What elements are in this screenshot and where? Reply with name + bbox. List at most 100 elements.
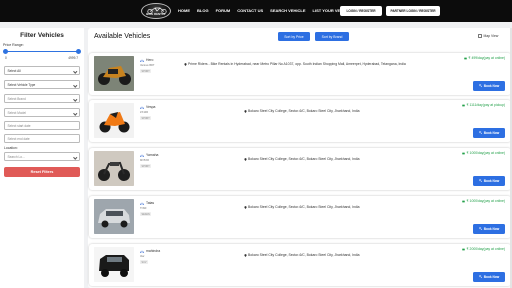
motorcycle-icon [140,106,144,109]
book-now-button[interactable]: Book Now [473,176,505,186]
motorcycle-icon [140,59,144,62]
book-now-label: Book Now [483,131,500,135]
vehicle-location-text: Prime Riders - Bike Rentals in Hyderabad… [188,62,406,66]
key-icon [478,179,483,183]
vehicle-list-panel: Available Vehicles Sort by Price Sort by… [88,28,512,288]
book-now-button[interactable]: Book Now [473,81,505,91]
motorcycle-icon [140,154,144,157]
brand-select-value: Select Brand [7,96,26,101]
vehicle-type-select[interactable]: Select Vehicle Type [4,80,80,89]
book-now-button[interactable]: Book Now [473,128,505,138]
sort-by-brand-button[interactable]: Sort by Brand [315,32,349,41]
vehicle-location: Prime Riders - Bike Rentals in Hyderabad… [184,62,406,66]
vehicle-image[interactable] [94,199,134,234]
wallet-icon [462,104,466,106]
price-min-value: 0 [5,56,7,60]
vehicle-image[interactable] [94,247,134,282]
start-date-input[interactable]: Select start date [4,121,80,130]
nav-forum[interactable]: FORUM [216,8,231,13]
map-pin-icon [244,253,247,257]
motorcycle-icon [140,250,144,253]
vehicle-location: Bokaro Steel City College, Sector-6/C, B… [244,253,360,257]
vehicle-type-value: Select Vehicle Type [7,82,36,87]
vehicle-name: Hero [146,58,154,62]
vehicle-location-text: Bokaro Steel City College, Sector-6/C, B… [248,205,360,209]
login-register-button[interactable]: LOGIN / REGISTER [340,6,382,16]
map-pin-icon [184,62,187,66]
filter-sidebar: Filter Vehicles Price Range: 0 4999.7 Se… [0,28,84,288]
page-title: Available Vehicles [94,33,151,40]
map-view-checkbox[interactable] [478,34,482,38]
location-search-value: Search Lo... [7,154,25,159]
key-icon [478,227,483,231]
vehicle-price: ₹ 1111/day(pay at pickup) [462,103,505,107]
nav-search-vehicle[interactable]: SEARCH VEHICLE [270,8,305,13]
vehicle-name: Vespa [146,105,156,109]
vehicle-model: ZX10R [140,111,149,114]
top-navbar: BIKE RENTAL HOME BLOG FORUM CONTACT US S… [0,0,512,22]
vehicle-image[interactable] [94,103,134,138]
model-select-value: Select Model [7,110,26,115]
vehicle-name: mahindra [146,249,161,253]
vehicle-image[interactable] [94,56,134,91]
vehicle-category-badge: SPORT [140,164,152,168]
wallet-icon [462,152,466,154]
partner-login-button[interactable]: PARTNER LOGIN / REGISTER [386,6,440,16]
city-select[interactable]: Select All [4,66,80,75]
vehicle-price-text: ₹ 2000/day(pay at online) [466,247,505,251]
map-pin-icon [244,157,247,161]
sort-by-price-button[interactable]: Sort by Price [278,32,310,41]
reset-filters-button[interactable]: Reset Filters [4,167,80,177]
key-icon [478,131,483,135]
vehicle-price-text: ₹ 1111/day(pay at pickup) [466,103,505,107]
logo-text: BIKE RENTAL [146,13,166,16]
book-now-button[interactable]: Book Now [473,272,505,282]
vehicle-image[interactable] [94,151,134,186]
chevron-down-icon [72,68,77,73]
chevron-down-icon [72,82,77,87]
map-view-toggle[interactable]: Map View [478,34,498,38]
book-now-label: Book Now [483,275,500,279]
chevron-down-icon [72,154,77,159]
key-icon [478,275,483,279]
price-range-label: Price Range: [3,43,24,47]
nav-blog[interactable]: BLOG [197,8,209,13]
filter-title: Filter Vehicles [20,32,64,39]
book-now-button[interactable]: Book Now [473,224,505,234]
vehicle-category-badge: SPORT [140,116,152,120]
nav-contact-us[interactable]: CONTACT US [237,8,263,13]
end-date-input[interactable]: Select end date [4,134,80,143]
book-now-label: Book Now [483,179,500,183]
key-icon [478,84,483,88]
main-nav: HOME BLOG FORUM CONTACT US SEARCH VEHICL… [178,8,352,13]
price-min-handle[interactable] [3,49,8,55]
map-view-label: Map View [483,34,499,38]
chevron-down-icon [72,96,77,101]
vehicle-category-badge: SEDAN [140,212,152,216]
vehicle-model: MX5XR [140,159,149,162]
model-select[interactable]: Select Model [4,108,80,117]
vehicle-price-text: ₹ 499/day(pay at online) [468,56,505,60]
location-search-input[interactable]: Search Lo... [4,152,80,161]
vehicle-location: Bokaro Steel City College, Sector-6/C, B… [244,157,360,161]
price-range-slider[interactable] [5,51,79,53]
price-max-handle[interactable] [76,49,81,55]
book-now-label: Book Now [483,84,500,88]
wallet-icon [462,200,466,202]
vehicle-price: ₹ 2000/day(pay at online) [462,247,505,251]
vehicle-location-text: Bokaro Steel City College, Sector-6/C, B… [248,253,360,257]
vehicle-price-text: ₹ 1000/day(pay at online) [466,199,505,203]
site-logo[interactable]: BIKE RENTAL [141,3,171,19]
price-max-value: 4999.7 [68,56,78,60]
vehicle-price: ₹ 1000/day(pay at online) [462,151,505,155]
vehicle-card: Yamaha MX5XR SPORT Bokaro Steel City Col… [89,148,511,190]
wallet-icon [462,248,466,250]
vehicle-model: Various BRT [140,64,155,67]
vehicle-price: ₹ 1000/day(pay at online) [462,199,505,203]
brand-select[interactable]: Select Brand [4,94,80,103]
nav-home[interactable]: HOME [178,8,190,13]
vehicle-location: Bokaro Steel City College, Sector-6/C, B… [244,109,360,113]
vehicle-card: mahindra thar SUV Bokaro Steel City Coll… [89,244,511,286]
vehicle-location-text: Bokaro Steel City College, Sector-6/C, B… [248,109,360,113]
chevron-down-icon [72,110,77,115]
